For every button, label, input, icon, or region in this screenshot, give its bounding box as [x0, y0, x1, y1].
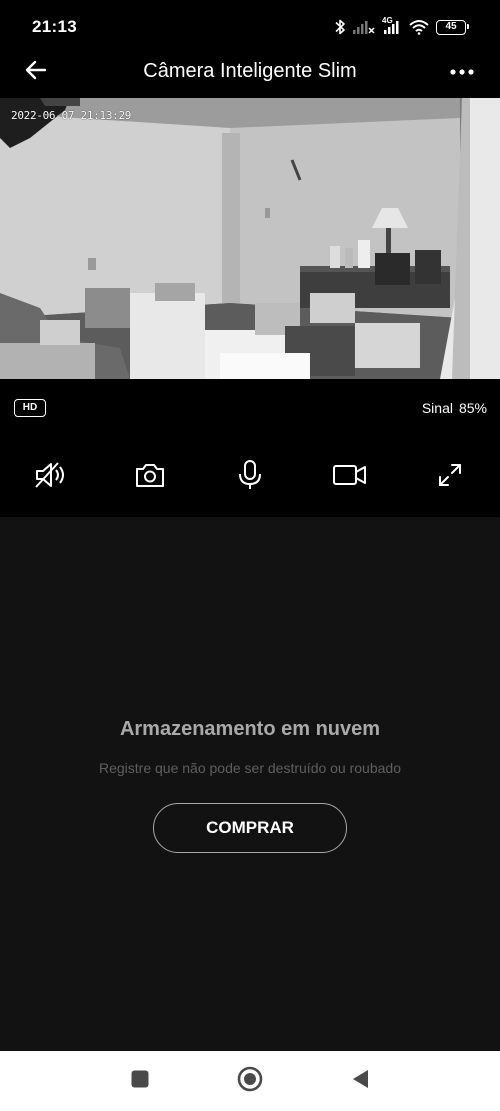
- signal-icon: 4G: [382, 16, 402, 35]
- more-horizontal-icon: [449, 63, 475, 81]
- fullscreen-button[interactable]: [430, 459, 470, 495]
- status-bar: 21:13 4G 45: [0, 0, 500, 52]
- home-button[interactable]: [236, 1065, 264, 1098]
- video-camera-icon: [332, 462, 368, 493]
- recents-button[interactable]: [126, 1067, 154, 1095]
- buy-button[interactable]: COMPRAR: [153, 803, 347, 853]
- back-nav-button[interactable]: [346, 1067, 374, 1095]
- cloud-storage-title: Armazenamento em nuvem: [119, 718, 381, 740]
- signal-value: 85%: [458, 400, 487, 416]
- system-nav-bar: [0, 1051, 500, 1111]
- signal-label: Sinal: [421, 400, 453, 416]
- page-title: Câmera Inteligente Slim: [143, 60, 357, 82]
- live-video-feed[interactable]: 2022-06-07 21:13:29: [0, 98, 500, 379]
- status-icons: 4G 45: [334, 15, 469, 39]
- camera-controls: [0, 437, 500, 517]
- cloud-storage-panel: Armazenamento em nuvem Registre que não …: [0, 517, 500, 1051]
- microphone-icon: [236, 459, 264, 496]
- video-timestamp: 2022-06-07 21:13:29: [11, 109, 132, 122]
- quality-toggle-button[interactable]: HD: [14, 399, 46, 417]
- signal-strength: Sinal 85%: [422, 400, 487, 416]
- mute-button[interactable]: [30, 459, 70, 495]
- wifi-icon: [409, 19, 429, 35]
- app-header: Câmera Inteligente Slim: [0, 52, 500, 98]
- talk-button[interactable]: [230, 459, 270, 495]
- video-info-row: HD Sinal 85%: [0, 379, 500, 437]
- camera-icon: [134, 461, 166, 494]
- cloud-storage-subtitle: Registre que não pode ser destruído ou r…: [99, 760, 401, 776]
- home-circle-icon: [236, 1065, 264, 1098]
- back-triangle-icon: [350, 1068, 370, 1095]
- recents-square-icon: [130, 1069, 150, 1094]
- expand-icon: [437, 462, 463, 493]
- record-button[interactable]: [330, 459, 370, 495]
- network-type: 4G: [382, 16, 393, 25]
- status-time: 21:13: [32, 17, 77, 36]
- bluetooth-icon: [334, 18, 346, 36]
- signal-nosim-icon: [353, 19, 375, 35]
- video-frame-image: [0, 98, 500, 379]
- battery-icon: 45: [436, 19, 469, 35]
- snapshot-button[interactable]: [130, 459, 170, 495]
- speaker-muted-icon: [33, 460, 67, 495]
- more-options-button[interactable]: [446, 56, 478, 88]
